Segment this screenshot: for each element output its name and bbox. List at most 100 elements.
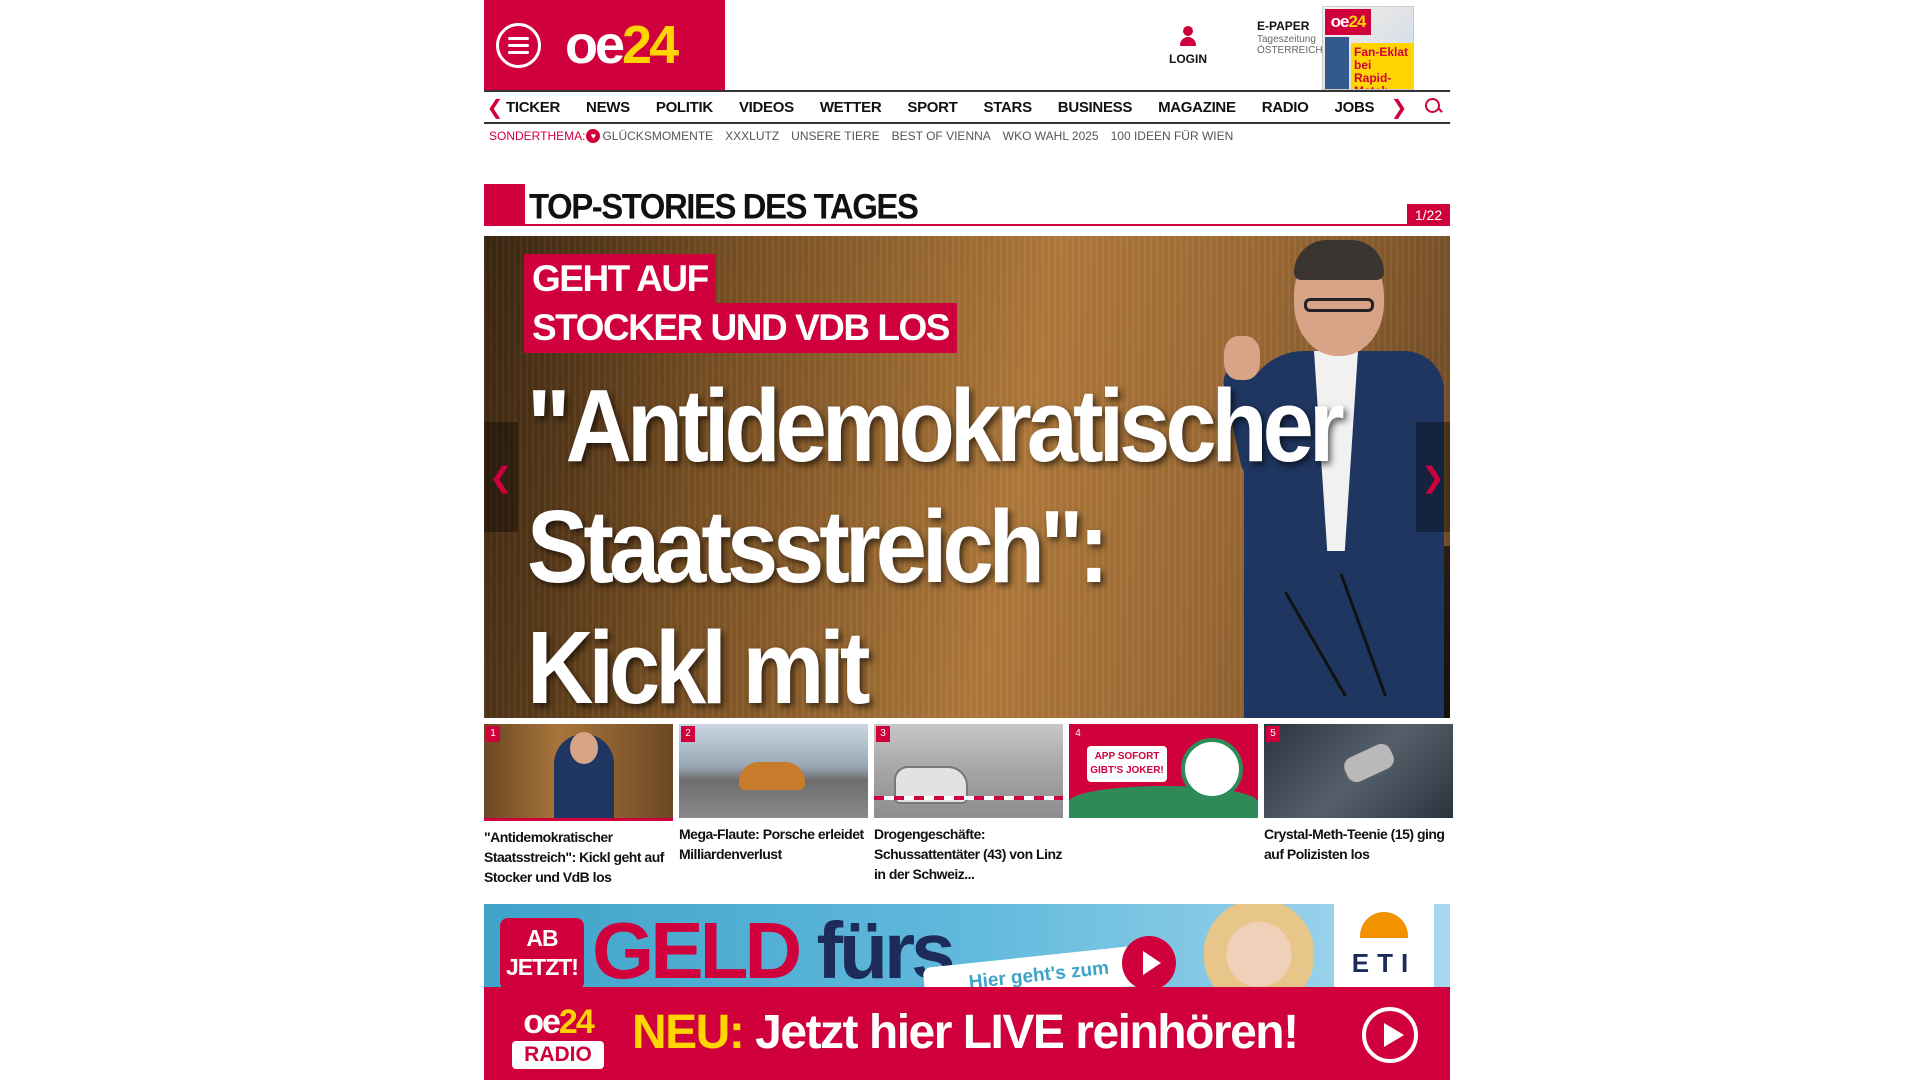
story-number: 4 — [1071, 726, 1085, 742]
nav-item-news[interactable]: NEWS — [573, 99, 643, 116]
epaper-link[interactable]: E-PAPER Tageszeitung ÖSTERREICH — [1257, 19, 1323, 57]
story-thumbnail-ad[interactable]: APP SOFORT GIBT'S JOKER! 4 — [1069, 724, 1258, 887]
radio-logo: oe24 RADIO — [512, 1005, 604, 1071]
nav-item-stars[interactable]: STARS — [971, 99, 1045, 116]
content-wrapper: oe24 LOGIN E-PAPER Tageszeitung ÖSTERREI… — [484, 0, 1453, 1080]
story-caption: Mega-Flaute: Porsche erleidet Milliarden… — [679, 826, 864, 862]
login-label: LOGIN — [1169, 52, 1207, 66]
search-icon[interactable] — [1424, 97, 1444, 117]
radio-message: Jetzt hier LIVE reinhören! — [755, 1006, 1299, 1059]
ad-badge-line-1: AB — [526, 925, 558, 951]
site-logo[interactable]: oe24 — [565, 14, 679, 76]
ad-banner[interactable]: AB JETZT! GELD fürs Hier geht's zum ETI — [484, 904, 1450, 988]
nav-item-videos[interactable]: VIDEOS — [726, 99, 807, 116]
epaper-cover-photo — [1325, 37, 1349, 89]
nav-items: TICKER NEWS POLITIK VIDEOS WETTER SPORT STARS B… — [506, 99, 1450, 116]
hero-kicker-line-1: GEHT AUF — [524, 254, 716, 304]
clock-icon — [1181, 738, 1243, 800]
main-nav: ❮ TICKER NEWS POLITIK VIDEOS WETTER SPORT STAR… — [484, 90, 1450, 124]
special-topic-item[interactable]: 100 IDEEN FÜR WIEN — [1111, 129, 1234, 143]
user-icon — [1179, 26, 1197, 48]
nav-item-wetter[interactable]: WETTER — [807, 99, 895, 116]
ad-cta: Hier geht's zum — [922, 944, 1156, 988]
play-icon — [1122, 936, 1176, 988]
story-thumbnail[interactable]: 1 "Antidemokratischer Staatsstreich": Ki… — [484, 724, 673, 887]
nav-item-magazine[interactable]: MAGAZINE — [1145, 99, 1249, 116]
special-topic-label: SONDERTHEMA: — [489, 129, 586, 143]
story-thumbnails: 1 "Antidemokratischer Staatsstreich": Ki… — [484, 724, 1453, 887]
hero-prev-icon[interactable]: ❮ — [484, 422, 518, 532]
radio-promo-text: NEU: Jetzt hier LIVE reinhören! — [632, 1003, 1299, 1063]
heart-icon: ♥ — [586, 129, 601, 143]
epaper-cover-headline: Fan-Eklat bei Rapid-Match — [1351, 43, 1413, 89]
radio-play-icon[interactable] — [1362, 1007, 1418, 1063]
story-thumbnail-image: 3 — [874, 724, 1063, 818]
story-number: 2 — [681, 726, 695, 742]
story-caption: Drogengeschäfte: Schussattentäter (43) v… — [874, 826, 1063, 882]
ad-badge-line-2: JETZT! — [506, 954, 579, 980]
ad-badge: AB JETZT! — [500, 918, 584, 988]
ad-bubble-text: APP SOFORT GIBT'S JOKER! — [1087, 746, 1167, 782]
logo-highlight: 24 — [622, 15, 679, 75]
special-topic-item[interactable]: WKO WAHL 2025 — [1003, 129, 1099, 143]
epaper-cover-logo-main: oe — [1330, 12, 1350, 31]
hero-kicker-line-2: STOCKER UND VDB LOS — [524, 303, 957, 353]
epaper-cover-image[interactable]: oe24 Fan-Eklat bei Rapid-Match — [1322, 6, 1414, 90]
nav-item-ticker[interactable]: TICKER — [506, 99, 573, 116]
ad-headline-geld: GELD — [592, 906, 802, 988]
nav-item-sport[interactable]: SPORT — [894, 99, 970, 116]
ad-person-image — [1204, 904, 1314, 988]
login-button[interactable]: LOGIN — [1165, 26, 1211, 66]
special-topic-item[interactable]: BEST OF VIENNA — [892, 129, 991, 143]
logo-main: oe — [565, 15, 625, 75]
story-thumbnail[interactable]: 2 Mega-Flaute: Porsche erleidet Milliard… — [679, 724, 868, 887]
section-title: TOP-STORIES DES TAGES — [529, 186, 919, 227]
special-topics-bar: SONDERTHEMA: ♥ GLÜCKSMOMENTE XXXLUTZ UNSER… — [489, 129, 1245, 143]
hero-headline[interactable]: "Antidemokratischer Staatsstreich": Kick… — [527, 366, 1387, 718]
epaper-cover-logo-highlight: 24 — [1348, 12, 1366, 31]
epaper-title: E-PAPER — [1257, 19, 1310, 33]
section-divider — [525, 224, 1450, 226]
nav-item-business[interactable]: BUSINESS — [1045, 99, 1145, 116]
story-caption: Crystal-Meth-Teenie (15) ging auf Polizi… — [1264, 826, 1445, 862]
special-topic-item[interactable]: XXXLUTZ — [725, 129, 779, 143]
epaper-subtitle-2: ÖSTERREICH — [1257, 45, 1323, 57]
slide-counter: 1/22 — [1407, 204, 1450, 226]
story-number: 5 — [1266, 726, 1280, 742]
radio-logo-highlight: 24 — [558, 1003, 595, 1041]
nav-scroll-left-icon[interactable]: ❮ — [484, 95, 506, 120]
nav-item-jobs[interactable]: JOBS — [1322, 99, 1388, 116]
story-thumbnail-image: APP SOFORT GIBT'S JOKER! 4 — [1069, 724, 1258, 818]
radio-logo-main: oe — [523, 1003, 561, 1041]
hero-next-icon[interactable]: ❯ — [1416, 422, 1450, 532]
story-number: 1 — [486, 726, 500, 742]
hero-headline-line-2: Staatsstreich": — [527, 490, 1109, 605]
story-caption: "Antidemokratischer Staatsstreich": Kick… — [484, 829, 664, 885]
story-thumbnail-image: 2 — [679, 724, 868, 818]
epaper-subtitle-1: Tageszeitung — [1257, 33, 1316, 45]
page: oe24 LOGIN E-PAPER Tageszeitung ÖSTERREI… — [0, 0, 1920, 1080]
hero-headline-line-3: Kickl mit Rundumschlag — [527, 611, 870, 718]
menu-icon[interactable] — [496, 23, 541, 68]
site-header: oe24 LOGIN E-PAPER Tageszeitung ÖSTERREI… — [484, 0, 1450, 92]
story-thumbnail-image: 5 — [1264, 724, 1453, 818]
nav-item-politik[interactable]: POLITIK — [643, 99, 726, 116]
story-thumbnail[interactable]: 5 Crystal-Meth-Teenie (15) ging auf Poli… — [1264, 724, 1453, 887]
epaper-cover-logo: oe24 — [1325, 9, 1371, 35]
radio-new-label: NEU: — [632, 1006, 745, 1059]
story-thumbnail[interactable]: 3 Drogengeschäfte: Schussattentäter (43)… — [874, 724, 1063, 887]
radio-promo-bar[interactable]: oe24 RADIO NEU: Jetzt hier LIVE reinhöre… — [484, 987, 1450, 1080]
special-topic-item[interactable]: GLÜCKSMOMENTE — [602, 129, 713, 143]
special-topic-item[interactable]: UNSERE TIERE — [791, 129, 879, 143]
radio-logo-mark: oe24 — [512, 1005, 604, 1039]
nav-item-radio[interactable]: RADIO — [1249, 99, 1322, 116]
story-thumbnail-image: 1 — [484, 724, 673, 821]
top-stories-header: TOP-STORIES DES TAGES 1/22 — [484, 184, 1450, 228]
radio-logo-label: RADIO — [512, 1041, 604, 1069]
logo-box[interactable]: oe24 — [484, 0, 725, 90]
hero-slide[interactable]: GEHT AUF STOCKER UND VDB LOS "Antidemokr… — [484, 236, 1450, 718]
story-number: 3 — [876, 726, 890, 742]
nav-scroll-right-icon[interactable]: ❯ — [1388, 95, 1410, 120]
hero-headline-line-1: "Antidemokratischer — [527, 369, 1345, 484]
ad-headline: GELD fürs — [592, 906, 956, 988]
